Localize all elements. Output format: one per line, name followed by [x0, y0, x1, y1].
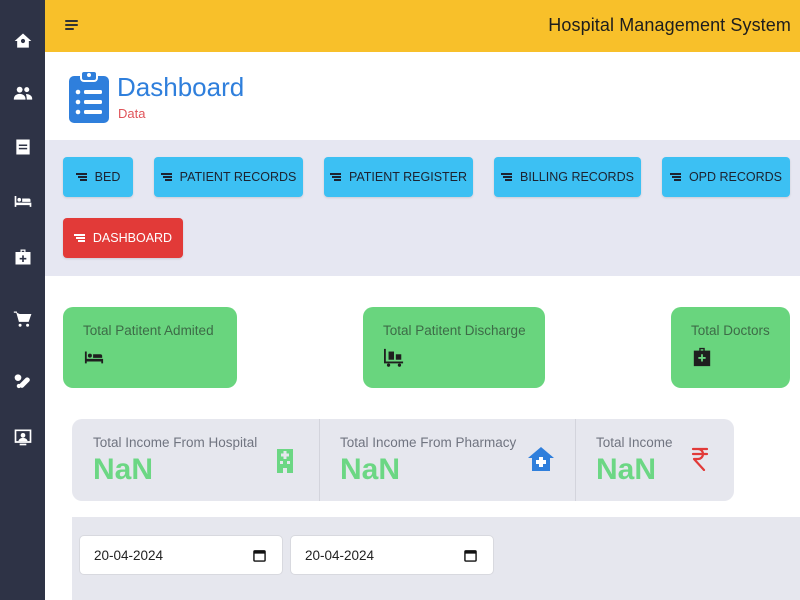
bed-icon[interactable] [12, 190, 34, 212]
top-bar: Hospital Management System [45, 0, 800, 52]
income-value: NaN [93, 453, 154, 486]
sidebar [0, 0, 45, 600]
start-date-value: 20-04-2024 [94, 548, 164, 563]
page-subtitle: Data [118, 106, 146, 121]
dashboard-button[interactable]: DASHBOARD [63, 218, 183, 258]
users-icon[interactable] [12, 82, 34, 104]
rupee-icon [691, 447, 709, 471]
cart-icon[interactable] [12, 308, 34, 330]
trolley-icon [384, 348, 404, 367]
app-title: Hospital Management System [548, 15, 791, 35]
page-title: Dashboard [117, 72, 245, 102]
medical-kit-icon [693, 347, 711, 367]
clinic-icon [528, 447, 554, 471]
pills-icon[interactable] [12, 370, 34, 392]
stat-card-discharge: Total Patitent Discharge [363, 307, 545, 388]
document-icon[interactable] [12, 136, 34, 158]
nav-button-bar: BED PATIENT RECORDS PATIENT REGISTER BIL… [45, 140, 800, 276]
income-total: Total Income NaN [575, 419, 734, 501]
stat-card-doctors: Total Doctors [671, 307, 790, 388]
menu-lines-icon [501, 173, 513, 181]
user-screen-icon[interactable] [12, 426, 34, 448]
billing-records-button[interactable]: BILLING RECORDS [494, 157, 641, 197]
end-date-value: 20-04-2024 [305, 548, 375, 563]
income-label: Total Income [596, 435, 673, 450]
patient-register-button[interactable]: PATIENT REGISTER [324, 157, 473, 197]
clipboard-list-icon [69, 70, 109, 123]
date-filter-area: 20-04-2024 20-04-2024 [72, 517, 800, 600]
income-value: NaN [340, 453, 401, 486]
patient-register-button-label: PATIENT REGISTER [348, 170, 468, 184]
medical-kit-icon[interactable] [12, 246, 34, 268]
bed-button[interactable]: BED [63, 157, 133, 197]
stat-label: Total Patitent Admited [83, 323, 214, 338]
opd-records-button-label: OPD RECORDS [688, 170, 783, 184]
menu-lines-icon [669, 173, 681, 181]
home-icon[interactable] [12, 30, 34, 52]
patient-records-button[interactable]: PATIENT RECORDS [154, 157, 303, 197]
income-label: Total Income From Pharmacy [340, 435, 517, 450]
end-date-input[interactable]: 20-04-2024 [290, 535, 494, 575]
patient-records-button-label: PATIENT RECORDS [179, 170, 297, 184]
billing-records-button-label: BILLING RECORDS [520, 170, 634, 184]
opd-records-button[interactable]: OPD RECORDS [662, 157, 790, 197]
income-pharmacy: Total Income From Pharmacy NaN [319, 419, 575, 501]
stat-label: Total Patitent Discharge [383, 323, 526, 338]
menu-toggle-icon[interactable] [65, 17, 81, 33]
bed-icon [84, 351, 104, 364]
menu-lines-icon [75, 173, 87, 181]
start-date-input[interactable]: 20-04-2024 [79, 535, 283, 575]
stat-card-admitted: Total Patitent Admited [63, 307, 237, 388]
dashboard-button-label: DASHBOARD [92, 231, 173, 245]
menu-lines-icon [160, 173, 172, 181]
menu-lines-icon [73, 234, 85, 242]
income-value: NaN [596, 453, 657, 486]
income-hospital: Total Income From Hospital NaN [72, 419, 319, 501]
hospital-icon [277, 449, 293, 473]
calendar-icon[interactable] [253, 549, 266, 562]
income-panel: Total Income From Hospital NaN Total Inc… [72, 419, 734, 501]
stat-label: Total Doctors [691, 323, 770, 338]
income-label: Total Income From Hospital [93, 435, 258, 450]
calendar-icon[interactable] [464, 549, 477, 562]
page-header: Dashboard Data [45, 52, 800, 140]
bed-button-label: BED [94, 170, 121, 184]
menu-lines-icon [329, 173, 341, 181]
